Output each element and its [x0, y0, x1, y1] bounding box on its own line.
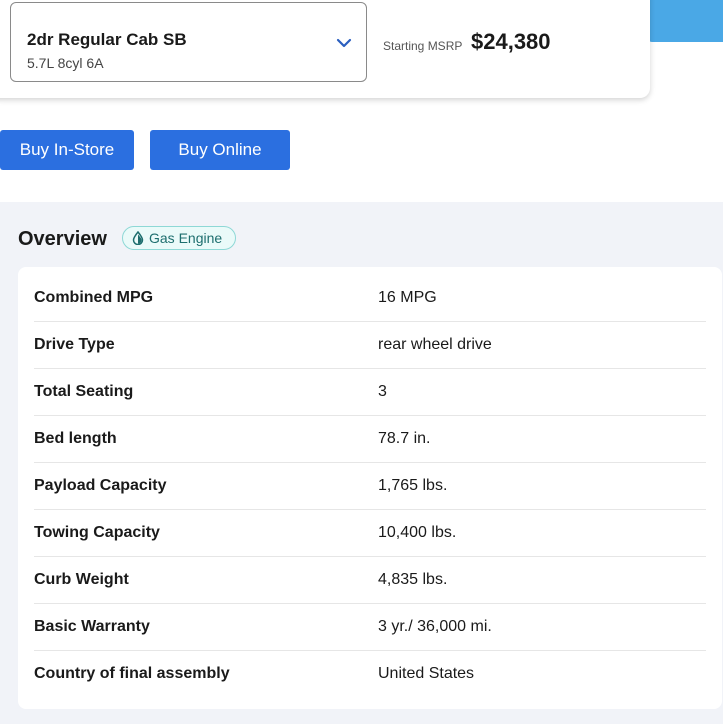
spec-value: 3 [378, 383, 387, 400]
chevron-down-icon [336, 38, 352, 48]
buy-in-store-button[interactable]: Buy In-Store [0, 130, 134, 170]
spec-row: Country of final assembly United States [34, 651, 706, 698]
spec-value: 3 yr./ 36,000 mi. [378, 618, 492, 635]
spec-row: Payload Capacity 1,765 lbs. [34, 463, 706, 510]
buy-online-button[interactable]: Buy Online [150, 130, 290, 170]
msrp-value: $24,380 [471, 29, 551, 54]
page: 2dr Regular Cab SB 5.7L 8cyl 6A Starting… [0, 0, 723, 724]
badge-label: Gas Engine [149, 230, 223, 246]
spec-value: United States [378, 665, 475, 682]
spec-row: Curb Weight 4,835 lbs. [34, 557, 706, 604]
trim-selector-dropdown[interactable]: 2dr Regular Cab SB 5.7L 8cyl 6A [10, 2, 367, 82]
overview-title: Overview [18, 228, 107, 250]
decorative-banner-shape [648, 0, 723, 42]
specs-table: Combined MPG 16 MPG Drive Type rear whee… [18, 267, 722, 709]
spec-row: Total Seating 3 [34, 369, 706, 416]
spec-label: Curb Weight [34, 571, 129, 588]
trim-engine: 5.7L 8cyl 6A [27, 55, 104, 71]
spec-value: 16 MPG [378, 289, 437, 306]
spec-row: Towing Capacity 10,400 lbs. [34, 510, 706, 557]
spec-row: Combined MPG 16 MPG [34, 275, 706, 322]
overview-section: Overview Gas Engine Combined MPG 16 MPG … [0, 202, 723, 724]
gas-engine-badge: Gas Engine [122, 226, 237, 250]
spec-label: Payload Capacity [34, 477, 167, 494]
msrp-label: Starting MSRP [383, 39, 463, 53]
spec-value: 4,835 lbs. [378, 571, 448, 588]
spec-label: Basic Warranty [34, 618, 150, 635]
spec-label: Country of final assembly [34, 665, 230, 682]
spec-row: Drive Type rear wheel drive [34, 322, 706, 369]
spec-value: 1,765 lbs. [378, 477, 448, 494]
spec-value: 10,400 lbs. [378, 524, 457, 541]
spec-label: Towing Capacity [34, 524, 160, 541]
spec-label: Drive Type [34, 336, 115, 353]
spec-value: rear wheel drive [378, 336, 492, 353]
droplet-icon [132, 231, 144, 245]
trim-name: 2dr Regular Cab SB [27, 30, 187, 49]
spec-row: Bed length 78.7 in. [34, 416, 706, 463]
spec-label: Combined MPG [34, 289, 154, 306]
spec-label: Bed length [34, 430, 117, 447]
spec-row: Basic Warranty 3 yr./ 36,000 mi. [34, 604, 706, 651]
spec-value: 78.7 in. [378, 430, 431, 447]
spec-label: Total Seating [34, 383, 134, 400]
